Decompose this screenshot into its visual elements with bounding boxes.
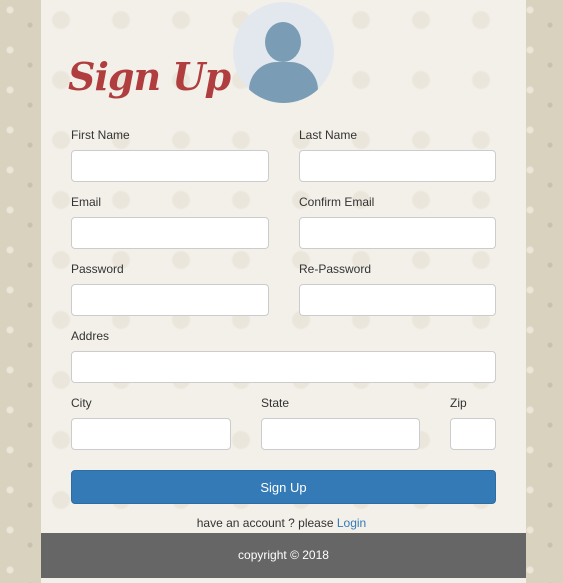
city-input[interactable] xyxy=(71,418,231,450)
login-prompt: have an account ? please Login xyxy=(0,516,563,530)
login-prompt-text: have an account ? please xyxy=(196,516,337,530)
state-input[interactable] xyxy=(261,418,420,450)
address-input[interactable] xyxy=(71,351,496,383)
sign-up-button[interactable]: Sign Up xyxy=(71,470,496,504)
zip-input[interactable] xyxy=(450,418,496,450)
first-name-label: First Name xyxy=(71,128,130,142)
first-name-input[interactable] xyxy=(71,150,269,182)
password-label: Password xyxy=(71,262,124,276)
login-link[interactable]: Login xyxy=(337,516,366,530)
page-title: Sign Up xyxy=(68,54,231,99)
re-password-label: Re-Password xyxy=(299,262,372,276)
email-label: Email xyxy=(71,195,102,209)
re-password-input[interactable] xyxy=(299,284,496,316)
zip-label: Zip xyxy=(450,396,467,410)
footer: copyright © 2018 xyxy=(41,533,526,578)
last-name-label: Last Name xyxy=(299,128,358,142)
avatar-icon xyxy=(233,2,334,103)
state-label: State xyxy=(261,396,290,410)
last-name-input[interactable] xyxy=(299,150,496,182)
password-input[interactable] xyxy=(71,284,269,316)
email-input[interactable] xyxy=(71,217,269,249)
confirm-email-label: Confirm Email xyxy=(299,195,375,209)
city-label: City xyxy=(71,396,92,410)
confirm-email-input[interactable] xyxy=(299,217,496,249)
address-label: Addres xyxy=(71,329,110,343)
